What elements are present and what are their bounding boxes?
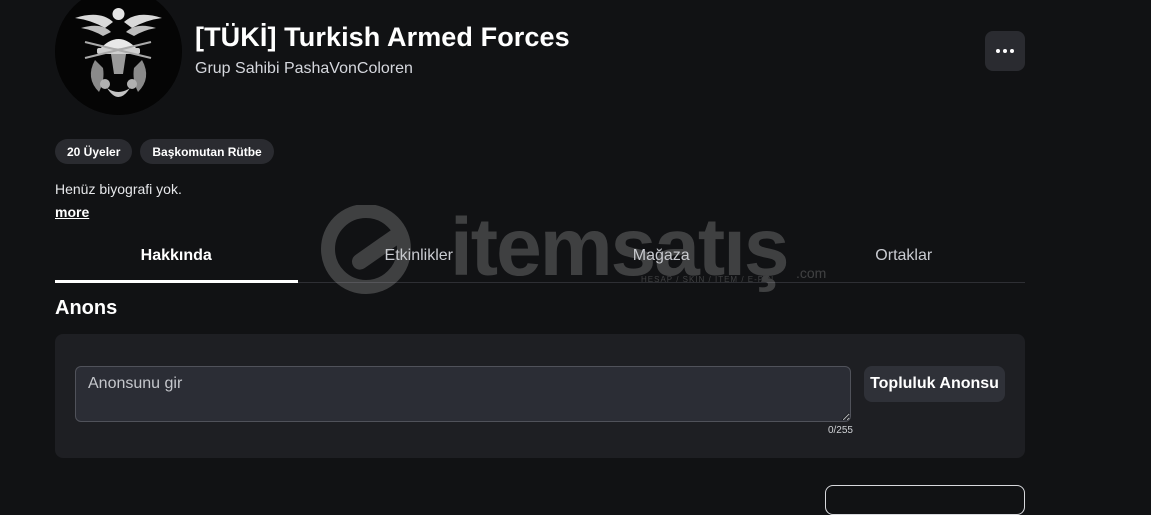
group-bio: Henüz biyografi yok. [55, 181, 182, 197]
announcement-section-title: Anons [55, 297, 118, 319]
tab-affiliates[interactable]: Ortaklar [783, 230, 1026, 282]
tab-about[interactable]: Hakkında [55, 230, 298, 283]
announcement-input[interactable] [75, 366, 851, 422]
rank-badge: Başkomutan Rütbe [140, 139, 274, 164]
tab-events[interactable]: Etkinlikler [298, 230, 541, 282]
group-owner[interactable]: Grup Sahibi PashaVonColoren [195, 60, 413, 78]
bio-more-link[interactable]: more [55, 204, 89, 220]
post-announcement-button[interactable]: Topluluk Anonsu [864, 366, 1005, 402]
group-title: [TÜKİ] Turkish Armed Forces [195, 22, 570, 52]
ellipsis-icon [996, 49, 1014, 53]
announcement-panel: 0/255 Topluluk Anonsu [55, 334, 1025, 458]
military-emblem-icon [55, 0, 182, 115]
members-count-badge: 20 Üyeler [55, 139, 133, 164]
character-counter: 0/255 [827, 425, 853, 436]
group-stats: 20 Üyeler Başkomutan Rütbe [55, 139, 274, 164]
tab-store[interactable]: Mağaza [540, 230, 783, 282]
more-options-button[interactable] [985, 31, 1025, 71]
group-tabs: Hakkında Etkinlikler Mağaza Ortaklar [55, 230, 1025, 283]
partially-visible-button[interactable] [825, 485, 1025, 515]
group-avatar[interactable] [55, 0, 182, 115]
